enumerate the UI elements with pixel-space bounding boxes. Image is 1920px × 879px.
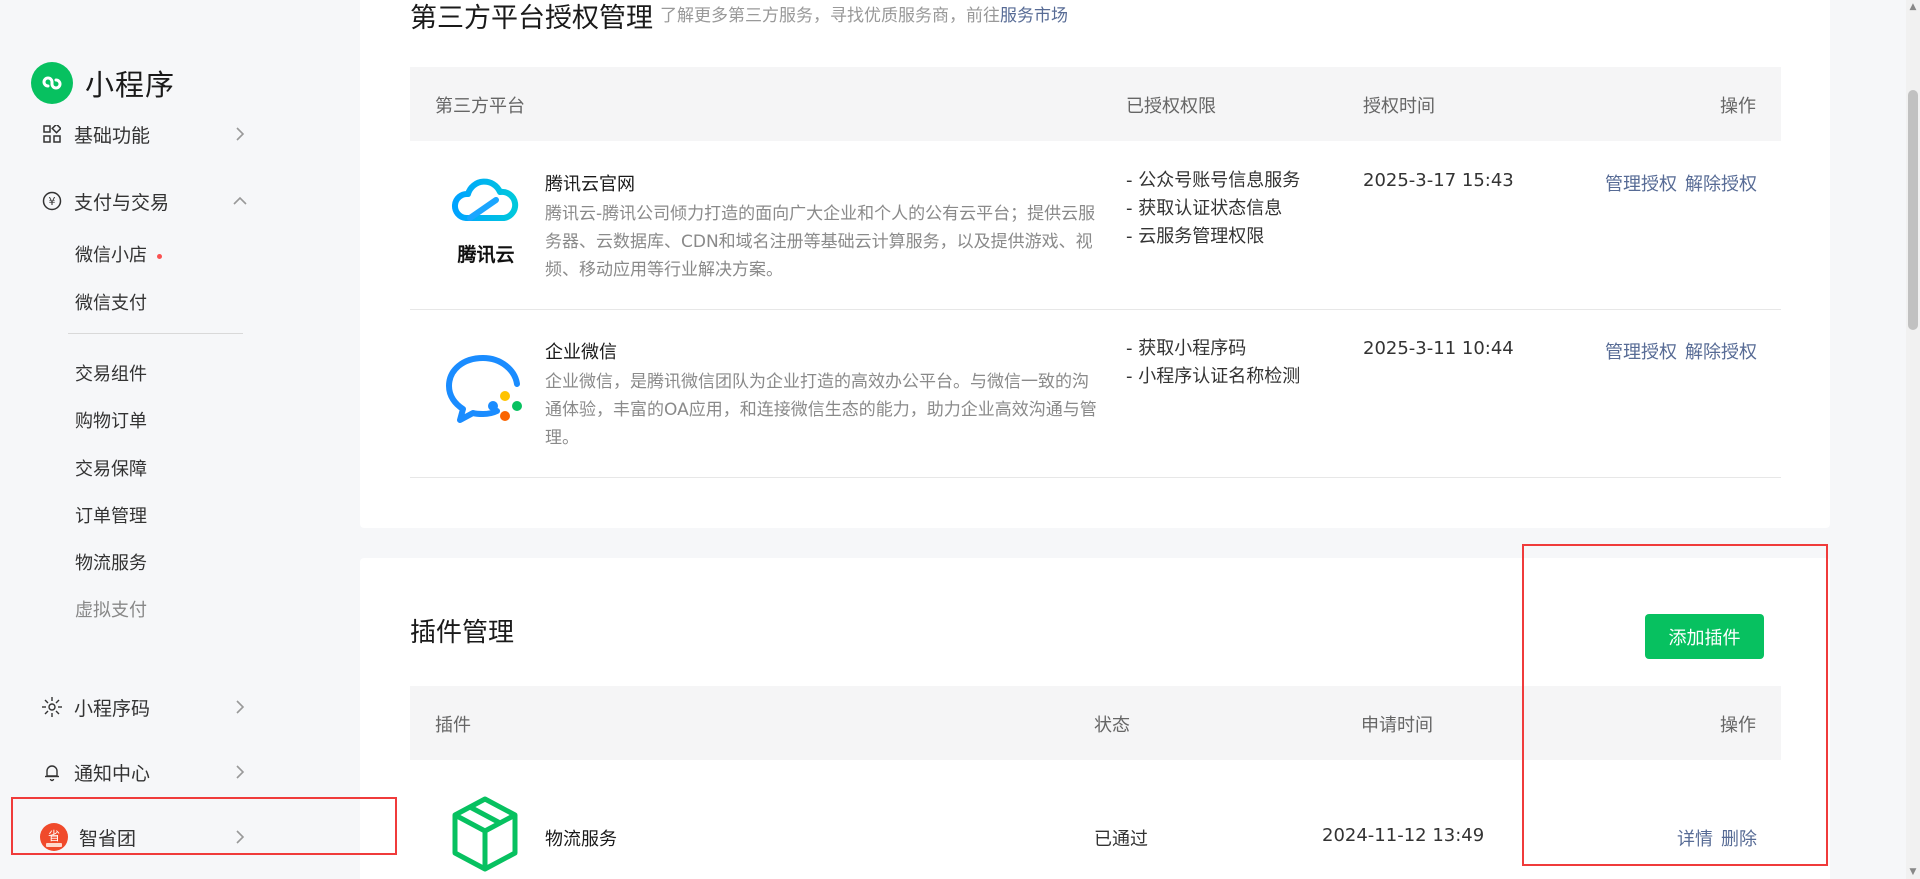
sidebar-subitem-trade-component[interactable]: 交易组件 (75, 360, 147, 386)
auth-time: 2025-3-17 15:43 (1363, 170, 1514, 191)
col-status: 状态 (1094, 715, 1130, 736)
grid-icon (40, 122, 64, 146)
platform-name: 腾讯云官网 (545, 174, 635, 195)
svg-text:¥: ¥ (49, 195, 56, 208)
sidebar-item-label: 支付与交易 (74, 191, 170, 214)
permission-item: - 获取认证状态信息 (1126, 198, 1283, 219)
row-divider (410, 309, 1781, 310)
service-market-link[interactable]: 服务市场 (1000, 6, 1068, 26)
divider (68, 333, 243, 334)
scroll-down-icon[interactable]: ▼ (1908, 867, 1918, 877)
notification-dot (157, 253, 162, 259)
permission-item: - 小程序认证名称检测 (1126, 366, 1301, 387)
sidebar-item-payment[interactable]: ¥ 支付与交易 (40, 186, 250, 216)
yen-circle-icon: ¥ (40, 189, 64, 213)
sidebar-item-label: 小程序码 (74, 697, 151, 720)
bell-icon (40, 760, 64, 784)
row-actions: 管理授权 解除授权 (1597, 338, 1757, 364)
logo-text: 小程序 (85, 68, 176, 102)
plugin-title: 插件管理 (410, 618, 515, 648)
plugin-status: 已通过 (1094, 829, 1148, 850)
col-time: 授权时间 (1363, 96, 1435, 117)
row-actions: 管理授权 解除授权 (1597, 170, 1757, 196)
sidebar-subitem-virtual-pay[interactable]: 虚拟支付 (75, 596, 147, 622)
permission-item: - 公众号账号信息服务 (1126, 170, 1301, 191)
sidebar-subitem-trade-guarantee[interactable]: 交易保障 (75, 455, 147, 481)
sidebar-item-notifications[interactable]: 通知中心 (40, 757, 250, 787)
revoke-auth-link[interactable]: 解除授权 (1685, 174, 1757, 195)
chevron-right-icon (230, 697, 250, 717)
chevron-right-icon (230, 124, 250, 144)
sidebar-subitem-order-management[interactable]: 订单管理 (75, 502, 147, 528)
row-divider (410, 477, 1781, 478)
sidebar-subitem-weixin-pay[interactable]: 微信支付 (75, 289, 147, 315)
platform-desc: 企业微信，是腾讯微信团队为企业打造的高效办公平台。与微信一致的沟通体验，丰富的O… (545, 372, 1097, 448)
permission-item: - 获取小程序码 (1126, 338, 1247, 359)
chevron-up-icon (230, 191, 250, 211)
sidebar-subitem-weixin-shop[interactable]: 微信小店 (75, 241, 162, 267)
third-party-desc-text: 了解更多第三方服务，寻找优质服务商，前往 (660, 6, 1000, 26)
sidebar-item-label: 通知中心 (74, 762, 151, 785)
third-party-title: 第三方平台授权管理 (410, 3, 653, 34)
plugin-apply-time: 2024-11-12 13:49 (1322, 825, 1485, 846)
sidebar-subitem-orders[interactable]: 购物订单 (75, 407, 147, 433)
scrollbar[interactable]: ▲ ▼ (1906, 0, 1920, 879)
highlight-box-plugin-actions (1522, 544, 1828, 866)
wecom-logo-icon (443, 350, 529, 430)
sidebar-subitem-logistics[interactable]: 物流服务 (75, 549, 147, 575)
chevron-right-icon (230, 762, 250, 782)
highlight-box-sidebar-item (11, 797, 397, 855)
platform-desc: 腾讯云-腾讯公司倾力打造的面向广大企业和个人的公有云平台；提供云服务器、云数据库… (545, 204, 1096, 280)
col-perms: 已授权权限 (1126, 96, 1216, 117)
sun-burst-icon (40, 695, 64, 719)
permission-list: - 获取小程序码 - 小程序认证名称检测 (1126, 335, 1300, 391)
permission-item: - 云服务管理权限 (1126, 226, 1265, 247)
plugin-name: 物流服务 (545, 829, 617, 850)
auth-time: 2025-3-11 10:44 (1363, 338, 1514, 359)
platform-name: 企业微信 (545, 342, 617, 363)
third-party-table-header: 第三方平台 已授权权限 授权时间 操作 (410, 67, 1781, 141)
scrollbar-thumb[interactable] (1908, 90, 1918, 330)
sidebar-subitem-label: 微信小店 (75, 245, 147, 266)
miniprogram-logo-icon (31, 62, 73, 104)
package-box-icon (449, 795, 521, 873)
manage-auth-link[interactable]: 管理授权 (1605, 174, 1677, 195)
col-platform: 第三方平台 (435, 96, 525, 117)
sidebar-item-basic[interactable]: 基础功能 (40, 119, 250, 149)
sidebar: 小程序 基础功能 ¥ 支付与交易 微信小店 微信支付 交易组件 购物订单 交易保… (0, 0, 355, 879)
col-plugin: 插件 (435, 715, 471, 736)
manage-auth-link[interactable]: 管理授权 (1605, 342, 1677, 363)
scroll-up-icon[interactable]: ▲ (1908, 2, 1918, 12)
permission-list: - 公众号账号信息服务 - 获取认证状态信息 - 云服务管理权限 (1126, 167, 1300, 251)
tencent-cloud-logo-icon: 腾讯云 (448, 172, 524, 266)
sidebar-item-qrcode[interactable]: 小程序码 (40, 692, 250, 722)
sidebar-item-label: 基础功能 (74, 124, 151, 147)
tencent-cloud-logo-text: 腾讯云 (457, 244, 515, 266)
revoke-auth-link[interactable]: 解除授权 (1685, 342, 1757, 363)
third-party-desc: 了解更多第三方服务，寻找优质服务商，前往服务市场 (660, 1, 1068, 26)
col-apply-time: 申请时间 (1361, 715, 1433, 736)
col-ops: 操作 (1720, 96, 1756, 117)
app-logo: 小程序 (31, 62, 175, 104)
